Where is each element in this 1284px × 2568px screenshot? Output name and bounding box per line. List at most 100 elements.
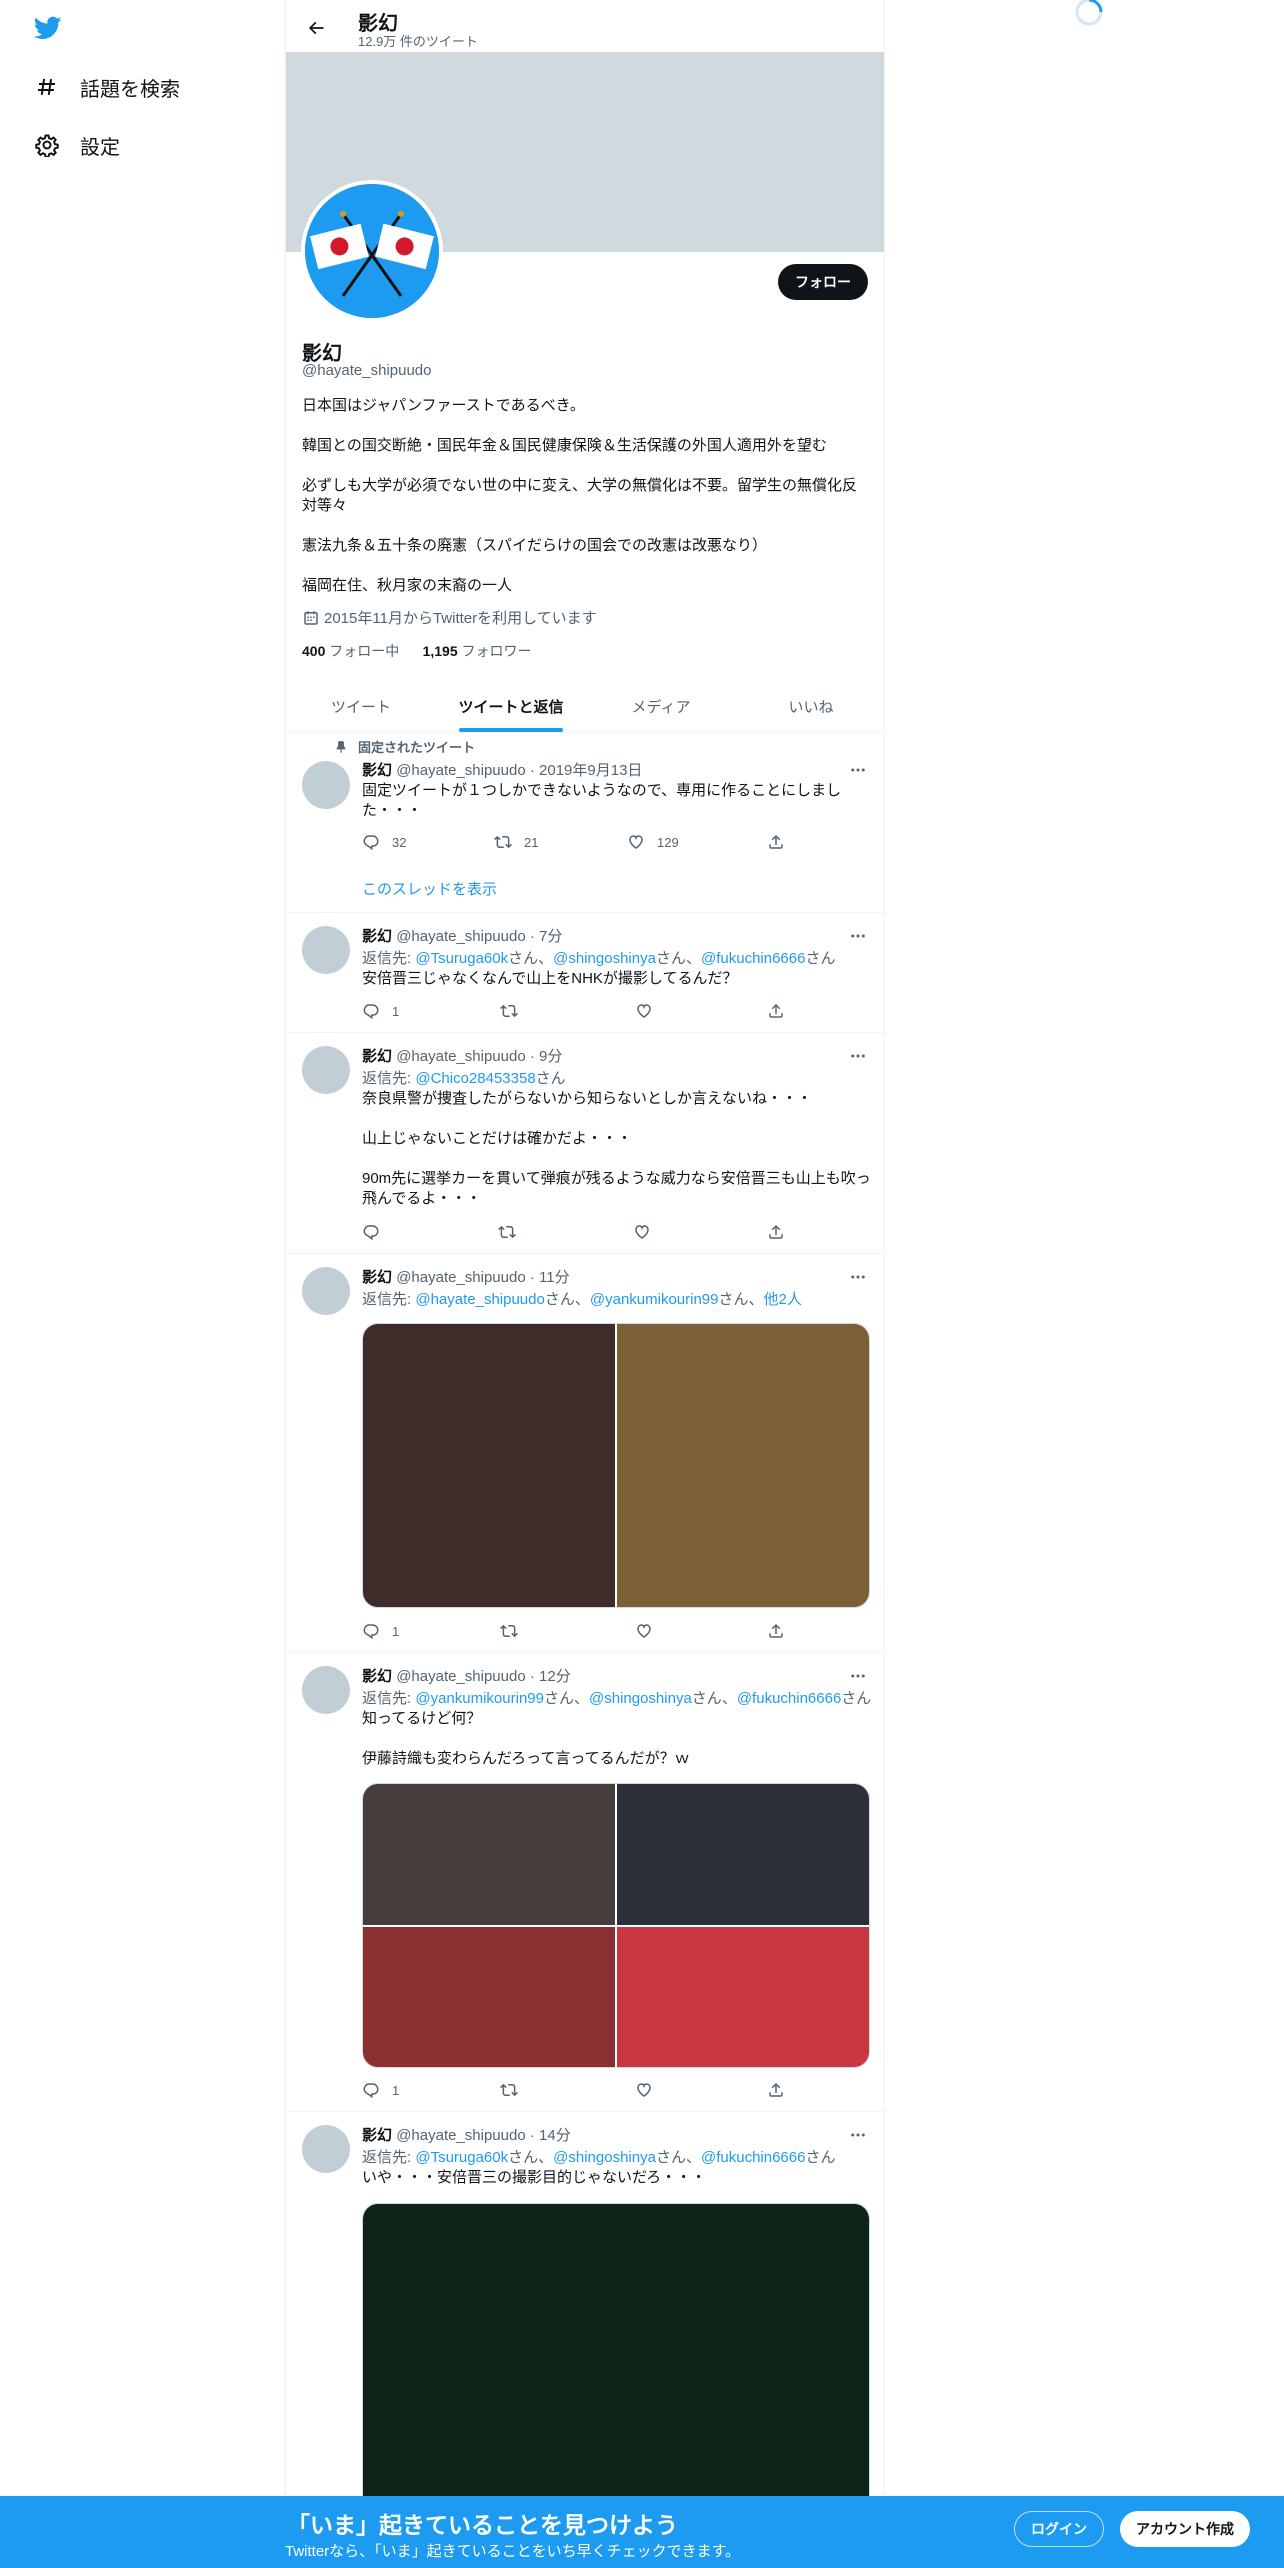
tweet-author: 影幻	[362, 2127, 393, 2144]
avatar[interactable]	[302, 1046, 350, 1094]
followers-count: 1,195	[422, 643, 458, 659]
joined-date: 2015年11月からTwitterを利用しています	[302, 607, 597, 628]
tweet[interactable]: 影幻 @hayate_shipuudo · 7分 返信先: @Tsuruga60…	[286, 913, 884, 1033]
media-image[interactable]	[617, 1324, 869, 1607]
tweet-meta: @hayate_shipuudo · 9分	[396, 1048, 563, 1065]
avatar[interactable]	[302, 1267, 350, 1315]
others-link[interactable]: 他2人	[764, 1291, 802, 1308]
reply-count: 1	[392, 1623, 400, 1639]
left-nav: 話題を検索 設定	[0, 0, 285, 2568]
reply-button[interactable]: 1	[362, 1001, 399, 1021]
like-button[interactable]	[635, 1621, 665, 1641]
media-image[interactable]	[363, 1927, 615, 2067]
tweet[interactable]: 固定されたツイート 影幻 @hayate_shipuudo · 2019年9月1…	[286, 733, 884, 913]
mention-link[interactable]: @yankumikourin99	[590, 1291, 719, 1308]
like-button[interactable]	[633, 1222, 663, 1242]
share-button[interactable]	[767, 1621, 797, 1641]
media-image[interactable]	[617, 1784, 869, 1925]
profile-bio: 日本国はジャパンファーストであるべき。 韓国との国交断絶・国民年金＆国民健康保険…	[302, 396, 867, 616]
avatar[interactable]	[302, 1666, 350, 1714]
more-icon[interactable]	[848, 2125, 868, 2145]
pinned-label: 固定されたツイート	[334, 737, 475, 756]
mention-link[interactable]: @fukuchin6666	[701, 2149, 805, 2166]
mention-link[interactable]: @Tsuruga60k	[415, 950, 508, 967]
share-button[interactable]	[767, 2080, 797, 2100]
tweet-paragraph: 知ってるけど何？	[362, 1710, 482, 1727]
retweet-button[interactable]: 21	[494, 832, 538, 852]
reply-icon	[363, 1004, 379, 1020]
tweet[interactable]: 影幻 @hayate_shipuudo · 12分 返信先: @yankumik…	[286, 1653, 884, 2112]
avatar[interactable]	[302, 2125, 350, 2173]
login-button[interactable]: ログイン	[1014, 2511, 1104, 2547]
reply-context: 返信先: @Tsuruga60kさん、@shingoshinyaさん、@fuku…	[362, 950, 836, 967]
share-button[interactable]	[767, 1222, 797, 1242]
profile-tabs: ツイート ツイートと返信 メディア いいね	[286, 680, 884, 733]
signup-button[interactable]: アカウント作成	[1120, 2511, 1250, 2547]
mention-link[interactable]: @shingoshinya	[553, 2149, 656, 2166]
avatar[interactable]	[302, 761, 350, 809]
like-count: 129	[657, 834, 679, 850]
retweet-button[interactable]	[500, 1621, 530, 1641]
more-icon[interactable]	[848, 926, 868, 946]
twitter-logo-icon[interactable]	[32, 14, 64, 42]
followers-link[interactable]: 1,195 フォロワー	[423, 643, 532, 659]
retweet-button[interactable]	[498, 1222, 528, 1242]
retweet-icon	[500, 1624, 518, 1638]
media-image[interactable]	[363, 1784, 615, 1925]
retweet-button[interactable]	[500, 1001, 530, 1021]
reply-button[interactable]: 32	[362, 832, 406, 852]
retweet-icon	[494, 835, 512, 849]
like-button[interactable]	[635, 1001, 665, 1021]
mention-link[interactable]: @Tsuruga60k	[415, 2149, 508, 2166]
nav-explore[interactable]: 話題を検索	[34, 67, 180, 107]
mention-link[interactable]: @hayate_shipuudo	[415, 1291, 545, 1308]
mention-link[interactable]: @yankumikourin99	[415, 1690, 544, 1707]
nav-explore-label: 話題を検索	[80, 78, 180, 101]
signup-bar-subtitle: Twitterなら、「いま」起きていることをいち早くチェックできます。	[285, 2543, 741, 2560]
mention-link[interactable]: @fukuchin6666	[701, 950, 805, 967]
follow-button[interactable]: フォロー	[778, 264, 868, 300]
more-icon[interactable]	[848, 1267, 868, 1287]
tweet[interactable]: 影幻 @hayate_shipuudo · 11分 返信先: @hayate_s…	[286, 1254, 884, 1653]
reply-context: 返信先: @yankumikourin99さん、@shingoshinyaさん、…	[362, 1690, 872, 1707]
mention-link[interactable]: @fukuchin6666	[737, 1690, 841, 1707]
mention-link[interactable]: @Chico28453358	[415, 1070, 535, 1087]
mention-link[interactable]: @shingoshinya	[553, 950, 656, 967]
tweet-meta: @hayate_shipuudo · 2019年9月13日	[396, 762, 643, 779]
tweet[interactable]: 影幻 @hayate_shipuudo · 9分 返信先: @Chico2845…	[286, 1033, 884, 1254]
profile-avatar[interactable]	[301, 180, 443, 322]
signup-bar: 「いま」起きていることを見つけよう Twitterなら、「いま」起きていることを…	[0, 2496, 1284, 2568]
tweet-actions: 1	[362, 1001, 787, 1021]
reply-button[interactable]: 1	[362, 1621, 399, 1641]
avatar[interactable]	[302, 926, 350, 974]
more-icon[interactable]	[848, 760, 868, 780]
mention-link[interactable]: @shingoshinya	[589, 1690, 692, 1707]
media-image[interactable]	[363, 1324, 615, 1607]
joined-text: 2015年11月からTwitterを利用しています	[324, 610, 597, 627]
tab-media[interactable]: メディア	[586, 680, 736, 732]
like-button[interactable]	[635, 2080, 665, 2100]
tab-tweets[interactable]: ツイート	[286, 680, 436, 732]
bio-line: 憲法九条＆五十条の廃憲（スパイだらけの国会での改憲は改悪なり）	[302, 537, 768, 554]
nav-settings-label: 設定	[80, 136, 120, 159]
retweet-button[interactable]	[500, 2080, 530, 2100]
tweet-header: 影幻 @hayate_shipuudo · 9分	[362, 1045, 562, 1066]
tab-tweets-and-replies[interactable]: ツイートと返信	[436, 680, 586, 732]
reply-button[interactable]: 1	[362, 2080, 399, 2100]
bio-line: 日本国はジャパンファーストであるべき。	[302, 397, 585, 414]
share-button[interactable]	[767, 1001, 797, 1021]
tab-likes[interactable]: いいね	[736, 680, 884, 732]
more-icon[interactable]	[848, 1666, 868, 1686]
heart-icon	[629, 835, 643, 849]
like-button[interactable]: 129	[627, 832, 679, 852]
tweet-text: いや・・・安倍晋三の撮影目的じゃないだろ・・・	[362, 2169, 707, 2186]
media-image[interactable]	[617, 1927, 869, 2067]
reply-button[interactable]	[362, 1222, 392, 1242]
following-link[interactable]: 400 フォロー中	[302, 643, 399, 659]
share-button[interactable]	[767, 832, 797, 852]
back-button[interactable]	[298, 10, 334, 46]
more-icon[interactable]	[848, 1046, 868, 1066]
reply-icon	[363, 835, 379, 851]
show-thread-link[interactable]: このスレッドを表示	[362, 878, 497, 899]
nav-settings[interactable]: 設定	[34, 125, 120, 165]
